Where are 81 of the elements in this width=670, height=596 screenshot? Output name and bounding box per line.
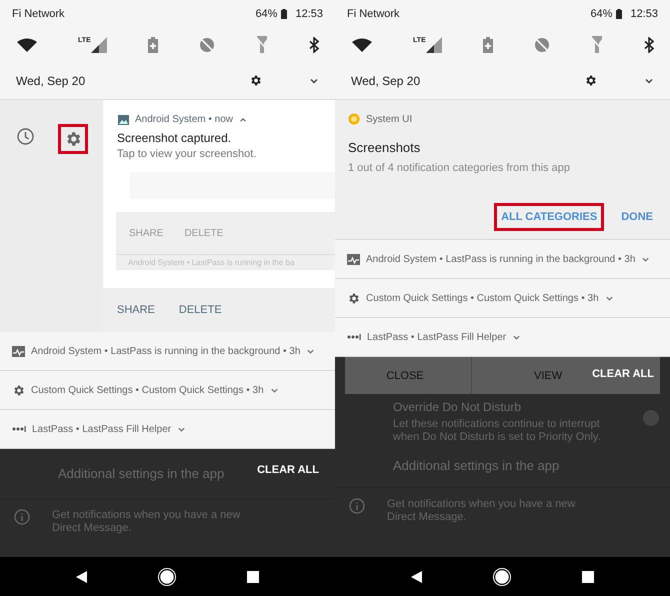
chevron-down-icon[interactable] (641, 254, 650, 264)
chevron-up-icon[interactable] (239, 116, 247, 124)
wifi-icon[interactable] (17, 38, 37, 52)
notification-app: Android System • now (135, 114, 233, 125)
bluetooth-icon[interactable] (644, 36, 654, 52)
notification-text: Android System • LastPass is running in the background • 3h (31, 346, 300, 356)
notification-text: LastPass • LastPass Fill Helper (367, 332, 506, 342)
carrier-name: Fi Network (347, 8, 400, 20)
preview-action: SHARE (128, 226, 164, 240)
back-icon[interactable] (76, 570, 87, 582)
signal-icon[interactable] (426, 36, 442, 52)
notification-row[interactable]: Android System • LastPass is running in the background • 3h (335, 240, 670, 279)
home-icon[interactable] (158, 568, 176, 586)
settings-icon[interactable] (249, 74, 262, 87)
chevron-down-icon[interactable] (604, 294, 614, 302)
battery-plus-icon[interactable] (482, 36, 493, 52)
carrier-name: Fi Network (12, 8, 65, 20)
wifi-icon[interactable] (352, 38, 372, 52)
date-label: Wed, Sep 20 (16, 74, 86, 88)
notification-text: Android System • LastPass is running in the background • 3h (366, 254, 636, 264)
recents-icon[interactable] (247, 570, 260, 582)
app-name: System UI (366, 114, 412, 124)
category-button[interactable]: ALL CATEGORIES (494, 203, 604, 231)
preview-action: DELETE (183, 226, 224, 240)
notification-row[interactable]: LastPass • LastPass Fill Helper (335, 318, 670, 357)
signal-icon[interactable] (90, 36, 107, 52)
gear-icon[interactable] (12, 384, 25, 396)
info-text: Get notifications when you have a new Direct Message. (52, 509, 242, 535)
category-button[interactable]: DONE (614, 203, 660, 231)
circle-slash-icon[interactable] (198, 36, 215, 52)
image-icon (118, 114, 129, 124)
activity-icon (347, 254, 360, 264)
info-icon (14, 509, 30, 525)
back-icon[interactable] (410, 570, 422, 582)
circle-icon (348, 113, 360, 125)
clear-all-button[interactable]: CLEAR ALL (255, 462, 321, 478)
dots-icon (12, 426, 26, 432)
chevron-down-icon[interactable] (177, 424, 186, 434)
action-button[interactable]: DELETE (178, 302, 223, 318)
clock-icon[interactable] (17, 128, 34, 145)
clock-time: 12:53 (295, 8, 323, 20)
dots-icon (347, 334, 361, 340)
settings-icon[interactable] (584, 74, 597, 87)
notification-text: Tap to view your screenshot. (116, 147, 258, 160)
notification-row[interactable]: Android System • LastPass is running in the background • 3h (0, 332, 335, 371)
chevron-down-icon[interactable] (270, 386, 279, 394)
notification-text: Custom Quick Settings • Custom Quick Settings • 3h (31, 384, 264, 396)
date-label: Wed, Sep 20 (351, 74, 420, 88)
info-icon (349, 498, 365, 514)
activity-icon (12, 346, 25, 356)
info-text: Get notifications when you have a new Direct Message. (387, 498, 576, 524)
battery-plus-icon[interactable] (148, 36, 158, 52)
category-title: Screenshots (348, 139, 422, 155)
recents-icon[interactable] (582, 570, 594, 582)
battery-percent: 64% (590, 8, 612, 20)
override-toggle[interactable] (643, 412, 656, 424)
dialog-button[interactable]: CLOSE (345, 357, 472, 394)
notification-text: Custom Quick Settings • Custom Quick Settings • 3h (366, 292, 599, 304)
battery-percent: 64% (255, 8, 278, 20)
notification-text: LastPass • LastPass Fill Helper (32, 424, 172, 434)
flashlight-off-icon[interactable] (590, 36, 603, 53)
notification-title: Screenshot captured. (116, 130, 232, 145)
notification-row[interactable]: Custom Quick Settings • Custom Quick Settings • 3h (0, 371, 335, 410)
override-text: Let these notifications continue to interrupt when Do Not Disturb is set to Priority Only. (393, 418, 602, 444)
bluetooth-icon[interactable] (308, 36, 319, 52)
clock-time: 12:53 (630, 8, 658, 20)
settings-heading: Additional settings in the app (335, 444, 670, 488)
battery-icon (616, 8, 622, 18)
battery-icon (281, 8, 288, 18)
action-button[interactable]: SHARE (116, 302, 156, 318)
circle-slash-icon[interactable] (534, 36, 550, 52)
notification-row[interactable]: LastPass • LastPass Fill Helper (0, 410, 335, 449)
chevron-down-icon[interactable] (306, 346, 316, 356)
notification-row[interactable]: Custom Quick Settings • Custom Quick Settings • 3h (335, 279, 670, 318)
chevron-down-icon[interactable] (512, 332, 522, 342)
gear-icon[interactable] (347, 292, 360, 304)
override-heading: Override Do Not Disturb (393, 400, 522, 414)
clear-all-button[interactable]: CLEAR ALL (590, 366, 656, 382)
home-icon[interactable] (492, 568, 511, 586)
flashlight-off-icon[interactable] (256, 36, 268, 53)
category-text: 1 out of 4 notification categories from this app (348, 161, 571, 174)
